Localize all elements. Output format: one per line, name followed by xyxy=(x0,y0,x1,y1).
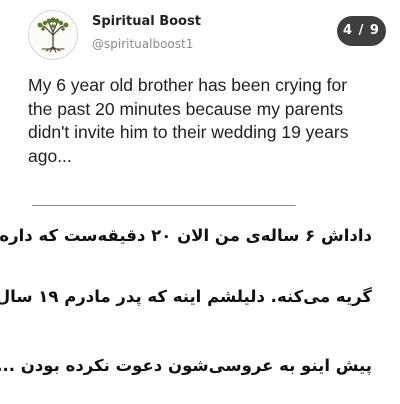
author-handle[interactable]: @spiritualboost1 xyxy=(92,37,193,51)
translation-line: گریه می‌کنه. دلیلشم اینه که پدر مادرم ۱۹… xyxy=(0,287,372,306)
post-text-line: ago... xyxy=(28,145,72,166)
post-text: My 6 year old brother has been crying fo… xyxy=(28,74,388,168)
avatar[interactable] xyxy=(28,10,78,60)
post-card: Spiritual Boost @spiritualboost1 4 / 9 M… xyxy=(0,0,400,404)
translation-line: داداش ۶ ساله‌ی من الان ۲۰ دقیقه‌ست که دا… xyxy=(0,226,372,245)
author-display-name[interactable]: Spiritual Boost xyxy=(92,14,201,29)
post-text-line: the past 20 minutes because my parents xyxy=(28,98,344,119)
translation-line: پیش اینو به عروسی‌شون دعوت نکرده بودن ..… xyxy=(0,356,372,375)
divider-line: ________________________________ xyxy=(32,190,296,206)
slide-counter-badge: 4 / 9 xyxy=(337,16,386,46)
tree-logo-icon xyxy=(37,17,69,53)
post-text-line: My 6 year old brother has been crying fo… xyxy=(28,75,348,95)
post-text-line: didn't invite him to their wedding 19 ye… xyxy=(28,122,349,142)
